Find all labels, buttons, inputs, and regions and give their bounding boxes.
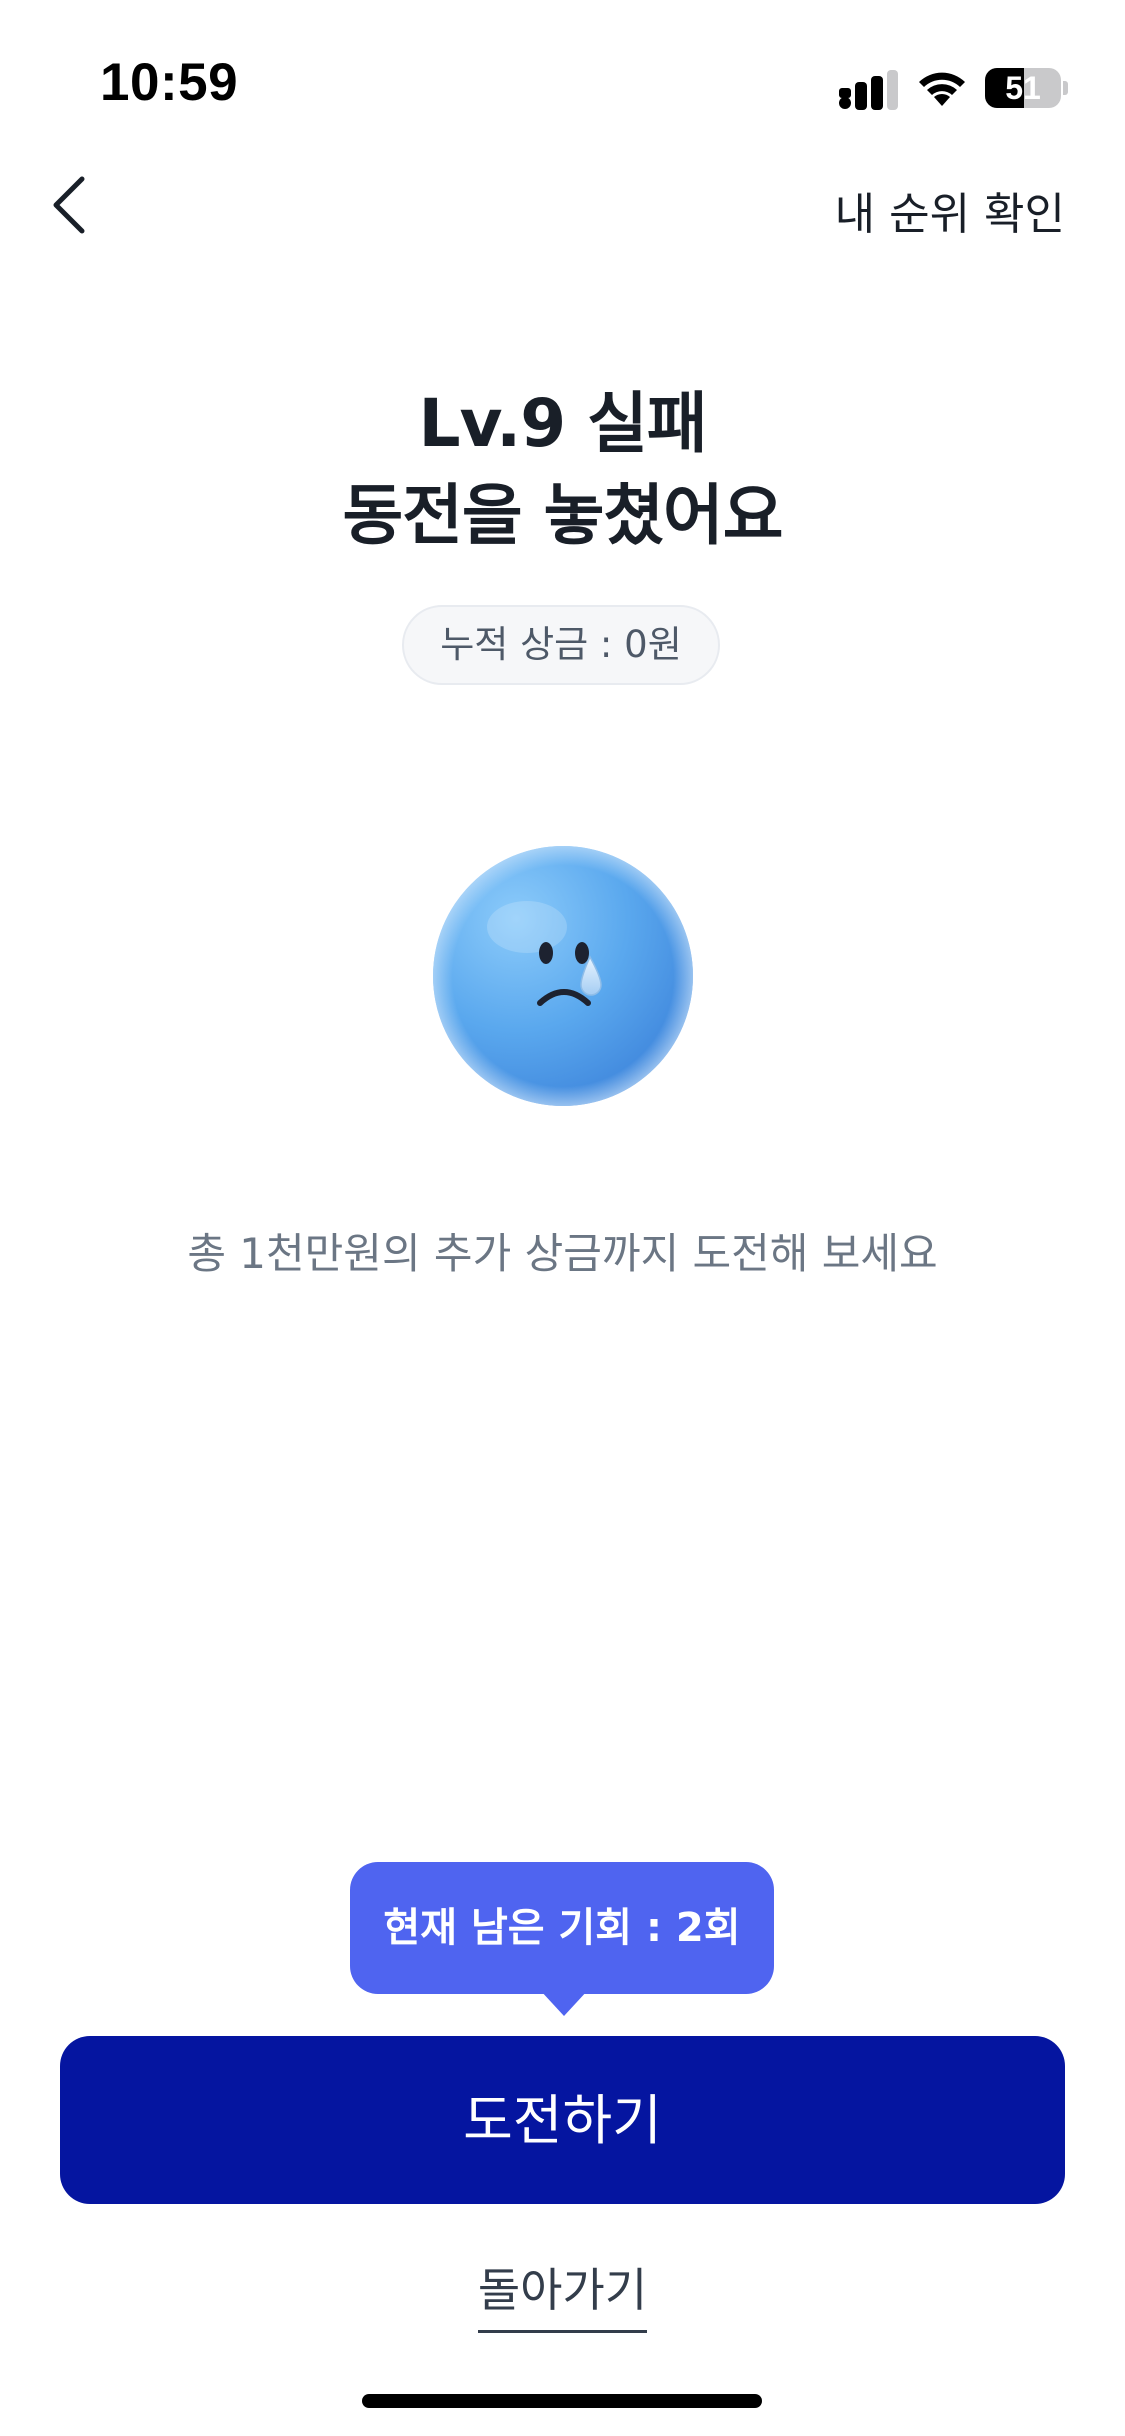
go-back-container: 돌아가기 (0, 2254, 1125, 2333)
battery-icon: 51 (985, 68, 1068, 108)
battery-level: 51 (1005, 70, 1041, 106)
status-time: 10:59 (100, 53, 239, 112)
result-title: Lv.9 실패 (418, 385, 707, 462)
sad-face-icon (433, 846, 693, 1106)
challenge-hint-text: 총 1천만원의 추가 상금까지 도전해 보세요 (187, 1229, 938, 1278)
wifi-icon (919, 72, 965, 106)
challenge-button[interactable]: 도전하기 (60, 2036, 1065, 2204)
go-back-link[interactable]: 돌아가기 (477, 2254, 648, 2333)
back-button[interactable] (40, 165, 100, 245)
status-bar: 10:59 51 (0, 0, 1125, 150)
accumulated-prize-badge: 누적 상금 : 0원 (402, 605, 720, 685)
tooltip-arrow (540, 1990, 588, 2016)
result-subtitle: 동전을 놓쳤어요 (342, 477, 783, 554)
my-ranking-button[interactable]: 내 순위 확인 (835, 178, 1065, 242)
home-indicator (362, 2394, 762, 2408)
remaining-chances-tooltip: 현재 남은 기회 : 2회 (350, 1862, 774, 1994)
cellular-signal-icon (839, 70, 898, 110)
chevron-left-icon (53, 176, 85, 234)
